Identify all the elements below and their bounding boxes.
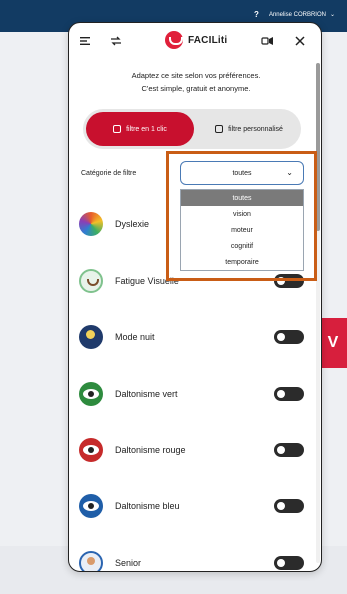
profile-label: Daltonisme vert <box>115 389 178 399</box>
profile-label: Fatigue Visuelle <box>115 276 179 286</box>
dropdown-option-temporaire[interactable]: temporaire <box>181 254 303 270</box>
moon-icon <box>79 325 103 349</box>
user-menu[interactable]: ? Annelise CORBRION ⌄ <box>254 10 335 19</box>
dropdown-option-vision[interactable]: vision <box>181 206 303 222</box>
profile-toggle[interactable] <box>274 387 304 401</box>
profile-label: Mode nuit <box>115 332 155 342</box>
profile-row-daltonisme-bleu[interactable]: Daltonisme bleu <box>79 490 311 522</box>
site-side-tab[interactable]: V <box>319 318 347 368</box>
tired-eye-icon <box>79 269 103 293</box>
chevron-down-icon: ⌄ <box>286 168 293 177</box>
profile-list: Dyslexie Fatigue Visuelle Mode nuit Dalt… <box>69 23 321 571</box>
user-name[interactable]: Annelise CORBRION <box>269 12 326 18</box>
help-icon[interactable]: ? <box>254 10 259 19</box>
profile-label: Dyslexie <box>115 219 150 229</box>
dropdown-option-toutes[interactable]: toutes <box>181 190 303 206</box>
profile-label: Daltonisme bleu <box>115 501 180 511</box>
profile-toggle[interactable] <box>274 274 304 288</box>
profile-row-mode-nuit[interactable]: Mode nuit <box>79 321 311 353</box>
dropdown-option-cognitif[interactable]: cognitif <box>181 238 303 254</box>
profile-toggle[interactable] <box>274 499 304 513</box>
filter-category-select[interactable]: toutes ⌄ <box>180 161 304 185</box>
green-eye-icon <box>79 382 103 406</box>
select-value: toutes <box>232 169 252 177</box>
profile-toggle[interactable] <box>274 443 304 457</box>
chevron-down-icon[interactable]: ⌄ <box>330 11 335 18</box>
senior-icon <box>79 551 103 571</box>
profile-toggle[interactable] <box>274 556 304 570</box>
site-side-tab-glyph: V <box>327 334 339 351</box>
profile-label: Senior <box>115 558 142 568</box>
profile-row-daltonisme-rouge[interactable]: Daltonisme rouge <box>79 434 311 466</box>
rainbow-circle-icon <box>79 212 103 236</box>
dropdown-option-moteur[interactable]: moteur <box>181 222 303 238</box>
profile-row-senior[interactable]: Senior <box>79 547 311 571</box>
red-eye-icon <box>79 438 103 462</box>
facil-iti-panel: FACILiti Adaptez ce site selon vos préfé… <box>68 22 322 572</box>
profile-row-daltonisme-vert[interactable]: Daltonisme vert <box>79 378 311 410</box>
filter-category-dropdown: toutes vision moteur cognitif temporaire <box>180 189 304 271</box>
blue-eye-icon <box>79 494 103 518</box>
profile-toggle[interactable] <box>274 330 304 344</box>
profile-label: Daltonisme rouge <box>115 445 186 455</box>
